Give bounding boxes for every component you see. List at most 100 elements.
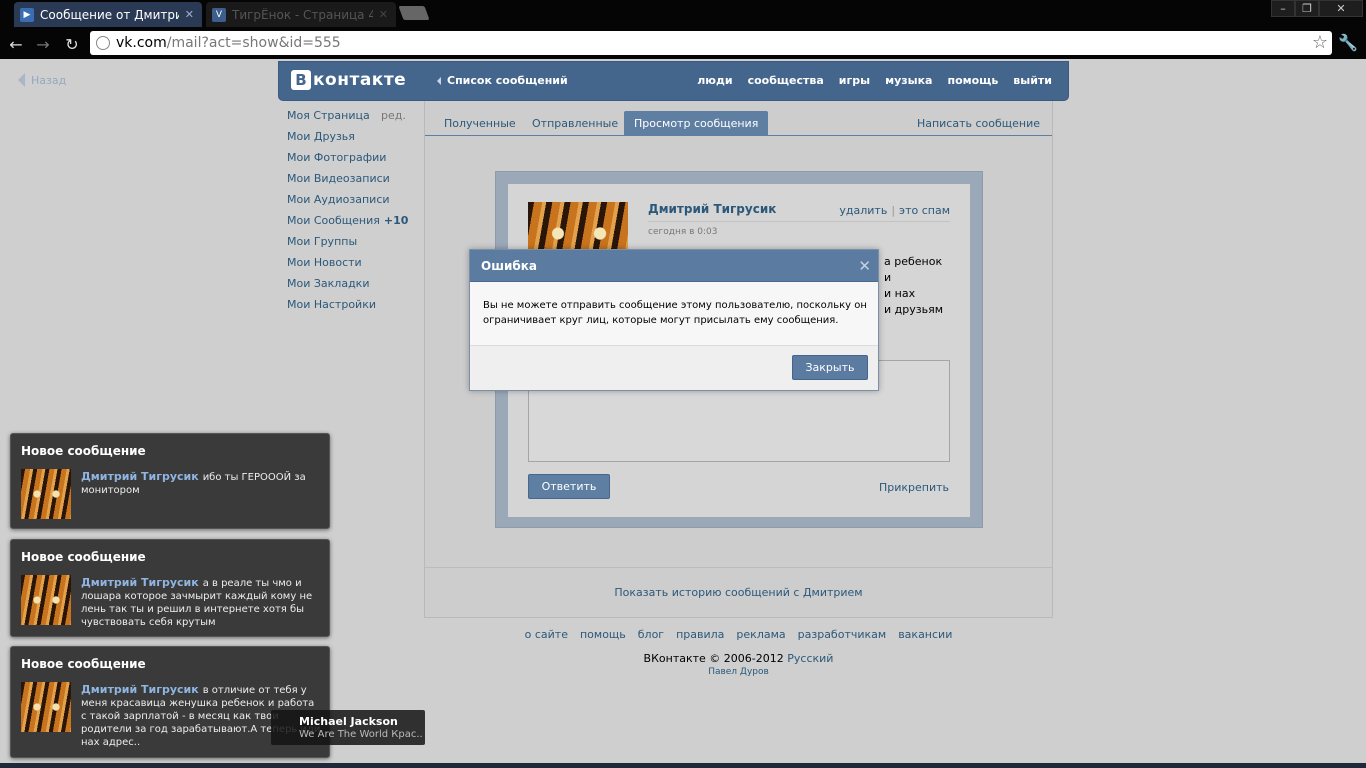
address-bar[interactable]: vk.com/mail?act=show&id=555 ☆ <box>90 31 1332 55</box>
forward-arrow-icon[interactable]: → <box>32 33 54 55</box>
menu-audio[interactable]: Мои Аудиозаписи <box>287 194 417 215</box>
avatar <box>21 682 71 732</box>
notification-author[interactable]: Дмитрий Тигрусик <box>81 683 199 696</box>
tab-view-message[interactable]: Просмотр сообщения <box>624 111 769 135</box>
menu-videos[interactable]: Мои Видеозаписи <box>287 173 417 194</box>
menu-photos[interactable]: Мои Фотографии <box>287 152 417 173</box>
browser-titlebar: ▶ Сообщение от Дмитрия Тг ✕ V ТигрЁнок -… <box>0 0 1366 29</box>
notification-text: Дмитрий Тигрусик ибо ты ГЕРОООЙ за монито… <box>81 470 321 497</box>
menu-label: Мои Закладки <box>287 277 370 290</box>
message-author[interactable]: Дмитрий Тигрусик <box>648 202 776 216</box>
message-line: и друзьям <box>884 303 943 316</box>
menu-label: Мои Друзья <box>287 130 355 143</box>
nav-people[interactable]: люди <box>697 74 732 87</box>
menu-settings[interactable]: Мои Настройки <box>287 299 417 320</box>
menu-label: Моя Страница <box>287 109 370 122</box>
message-actions: удалить | это спам <box>839 204 950 217</box>
edit-link[interactable]: ред. <box>381 110 406 122</box>
message-line: и нах <box>884 287 916 300</box>
browser-tab-active[interactable]: ▶ Сообщение от Дмитрия Тг ✕ <box>14 2 202 27</box>
footer-about[interactable]: о сайте <box>525 628 568 641</box>
vk-icon: V <box>212 7 226 22</box>
menu-friends[interactable]: Мои Друзья <box>287 131 417 152</box>
message-time: сегодня в 0:03 <box>648 227 718 237</box>
notification[interactable]: Новое сообщение Дмитрий Тигрусик ибо ты Г… <box>10 433 330 529</box>
url-path: /mail?act=show&id=555 <box>166 35 341 51</box>
attach-link[interactable]: Прикрепить <box>879 481 949 494</box>
delete-link[interactable]: удалить <box>839 204 887 217</box>
tooltip-artist: Michael Jackson <box>299 715 398 728</box>
vk-logo[interactable]: B контакте <box>291 70 406 90</box>
window-close-button[interactable]: ✕ <box>1319 0 1363 17</box>
dialog-footer: Закрыть <box>470 345 878 390</box>
footer-developers[interactable]: разработчикам <box>798 628 887 641</box>
vk-header: B контакте Список сообщений люди сообщес… <box>278 61 1069 101</box>
copyright: ВКонтакте © 2006-2012 Русский <box>424 652 1053 665</box>
menu-label: Мои Новости <box>287 256 362 269</box>
url-domain: vk.com <box>116 35 167 51</box>
menu-label: Мои Сообщения <box>287 214 380 227</box>
wrench-icon[interactable]: 🔧 <box>1338 33 1358 52</box>
menu-label: Мои Настройки <box>287 298 376 311</box>
close-icon[interactable]: ✕ <box>858 257 871 275</box>
arrow-left-icon <box>18 73 25 87</box>
notification[interactable]: Новое сообщение Дмитрий Тигрусик а в реал… <box>10 539 330 637</box>
menu-messages[interactable]: Мои Сообщения +10 <box>287 215 417 236</box>
nav-help[interactable]: помощь <box>947 74 998 87</box>
close-icon[interactable]: ✕ <box>185 8 194 21</box>
menu-label: Мои Видеозаписи <box>287 172 390 185</box>
notification-title: Новое сообщение <box>21 657 146 671</box>
nav-logout[interactable]: выйти <box>1013 74 1052 87</box>
author-link: Павел Дуров <box>424 667 1053 677</box>
new-tab-button[interactable] <box>398 6 430 20</box>
tab-title: Сообщение от Дмитрия Тг <box>40 7 179 22</box>
tab-sent[interactable]: Отправленные <box>522 111 628 135</box>
write-message-link[interactable]: Написать сообщение <box>917 111 1040 135</box>
notification-author[interactable]: Дмитрий Тигрусик <box>81 470 199 483</box>
copyright-text: ВКонтакте © 2006-2012 <box>643 652 784 665</box>
left-menu: Моя Страница ред. Мои Друзья Мои Фотограф… <box>287 110 417 320</box>
tooltip-track: We Are The World Крас... <box>299 729 423 740</box>
history-link-text[interactable]: Показать историю сообщений с Дмитрием <box>614 586 862 599</box>
back-arrow-icon[interactable]: ← <box>5 33 27 55</box>
play-icon: ▶ <box>20 7 34 22</box>
nav-communities[interactable]: сообщества <box>748 74 824 87</box>
author-link-text[interactable]: Павел Дуров <box>708 667 769 677</box>
footer-blog[interactable]: блог <box>638 628 664 641</box>
nav-music[interactable]: музыка <box>885 74 932 87</box>
notification-author[interactable]: Дмитрий Тигрусик <box>81 576 199 589</box>
close-icon[interactable]: ✕ <box>379 8 388 21</box>
message-text: а ребенок и и нах и друзьям <box>884 254 964 318</box>
footer-jobs[interactable]: вакансии <box>898 628 952 641</box>
language-link[interactable]: Русский <box>787 652 833 665</box>
reload-icon[interactable]: ↻ <box>61 33 83 55</box>
menu-bookmarks[interactable]: Мои Закладки <box>287 278 417 299</box>
star-icon[interactable]: ☆ <box>1312 32 1328 53</box>
maximize-button[interactable]: ❐ <box>1295 0 1319 17</box>
top-nav: люди сообщества игры музыка помощь выйти <box>697 74 1052 87</box>
menu-news[interactable]: Мои Новости <box>287 257 417 278</box>
menu-label: Мои Фотографии <box>287 151 387 164</box>
reply-button[interactable]: Ответить <box>528 474 610 499</box>
menu-groups[interactable]: Мои Группы <box>287 236 417 257</box>
back-link[interactable]: Назад <box>18 73 66 87</box>
minimize-button[interactable]: – <box>1271 0 1295 17</box>
footer-rules[interactable]: правила <box>676 628 724 641</box>
messages-list-link[interactable]: Список сообщений <box>437 74 568 87</box>
vk-logo-text: контакте <box>313 70 407 90</box>
message-line: и <box>884 271 892 284</box>
tab-inbox[interactable]: Полученные <box>434 111 526 135</box>
footer-links: о сайте помощь блог правила реклама разр… <box>424 628 1053 641</box>
dialog-close-button[interactable]: Закрыть <box>792 355 868 380</box>
footer-ads[interactable]: реклама <box>736 628 785 641</box>
tab-title: ТигрЁнок - Страница 4 <box>232 7 373 22</box>
spam-link[interactable]: это спам <box>899 204 950 217</box>
footer-help[interactable]: помощь <box>580 628 626 641</box>
divider <box>648 221 950 222</box>
error-dialog: Ошибка ✕ Вы не можете отправить сообщени… <box>469 249 879 391</box>
avatar <box>21 575 71 625</box>
nav-games[interactable]: игры <box>839 74 870 87</box>
arrow-left-icon <box>437 76 441 85</box>
browser-tab-inactive[interactable]: V ТигрЁнок - Страница 4 ✕ <box>206 2 396 27</box>
menu-my-page[interactable]: Моя Страница ред. <box>287 110 417 131</box>
